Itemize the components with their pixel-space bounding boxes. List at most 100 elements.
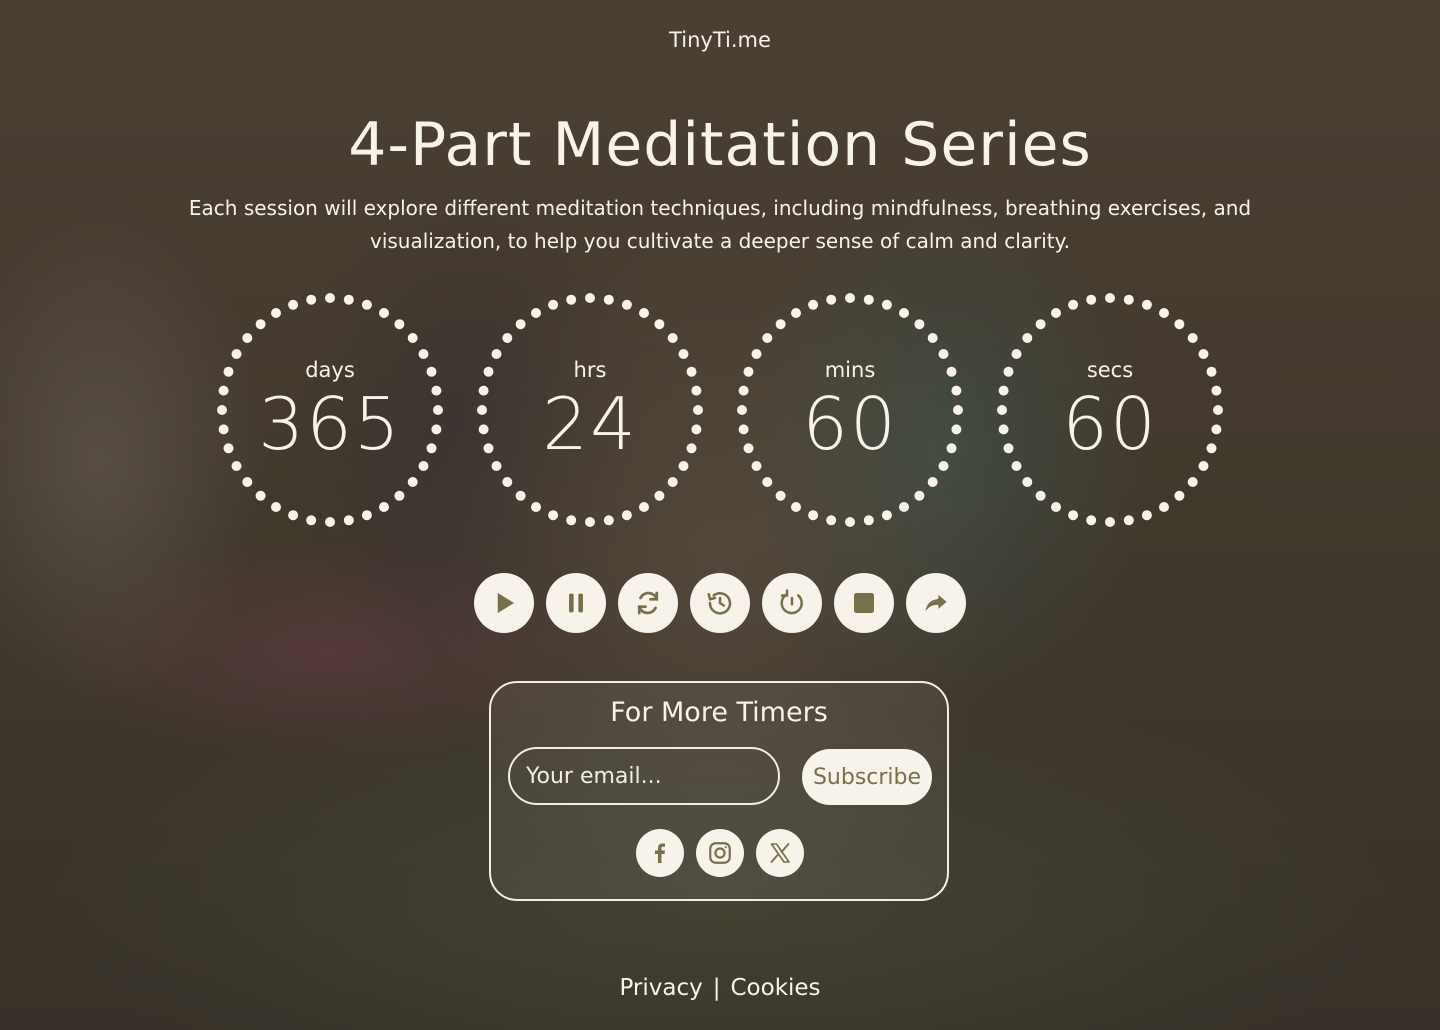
- ring-dot: [271, 308, 281, 318]
- ring-dot: [762, 477, 773, 487]
- ring-dot: [1035, 490, 1046, 501]
- brand-logo[interactable]: TinyTi.me: [0, 28, 1440, 52]
- ring-dot: [394, 319, 405, 330]
- ring-dot: [361, 299, 372, 310]
- play-button[interactable]: [474, 573, 534, 633]
- ring-dot: [621, 299, 632, 310]
- ring-dot: [603, 515, 614, 526]
- ring-dot: [899, 308, 909, 318]
- ring-dot: [566, 515, 577, 526]
- ring-dot: [762, 333, 773, 343]
- pause-button[interactable]: [546, 573, 606, 633]
- social-links: [636, 829, 804, 877]
- countdown-days: days 365: [210, 290, 450, 530]
- ring-dot: [271, 502, 281, 512]
- timer-reset-button[interactable]: [762, 573, 822, 633]
- ring-dot: [791, 502, 801, 512]
- ring-dot: [531, 502, 541, 512]
- stop-button[interactable]: [834, 573, 894, 633]
- countdown-seconds: secs 60: [990, 290, 1230, 530]
- footer-separator: |: [712, 975, 721, 1001]
- event-description: Each session will explore different medi…: [188, 196, 1252, 253]
- ring-dot: [1105, 293, 1115, 303]
- ring-dot: [407, 333, 418, 343]
- ring-dot: [845, 517, 855, 527]
- ring-dot: [791, 308, 801, 318]
- ring-dot: [881, 510, 892, 521]
- ring-dot: [1159, 308, 1169, 318]
- ring-dot: [914, 319, 925, 330]
- ring-dot: [863, 294, 874, 305]
- subscribe-button[interactable]: Subscribe: [802, 749, 932, 805]
- ring-dot: [502, 333, 513, 343]
- ring-dot: [775, 490, 786, 501]
- refresh-button[interactable]: [618, 573, 678, 633]
- facebook-button[interactable]: [636, 829, 684, 877]
- ring-dot: [255, 490, 266, 501]
- timer-controls: [474, 573, 966, 633]
- countdown-label: days: [305, 358, 355, 382]
- ring-dot: [1051, 308, 1061, 318]
- ring-dot: [1159, 502, 1169, 512]
- ring-dot: [1086, 294, 1097, 305]
- ring-dot: [325, 517, 335, 527]
- ring-dot: [242, 333, 253, 343]
- share-button[interactable]: [906, 573, 966, 633]
- countdown-hours: hrs 24: [470, 290, 710, 530]
- ring-dot: [899, 502, 909, 512]
- ring-dot: [515, 490, 526, 501]
- countdown-value: 365: [258, 382, 402, 466]
- x-button[interactable]: [756, 829, 804, 877]
- ring-dot: [306, 294, 317, 305]
- history-icon: [707, 592, 732, 615]
- ring-dot: [379, 502, 389, 512]
- timer-reset-icon: [780, 589, 803, 615]
- ring-dot: [379, 308, 389, 318]
- email-input[interactable]: [508, 747, 780, 805]
- ring-dot: [1022, 333, 1033, 343]
- ring-dot: [1123, 294, 1134, 305]
- ring-dot: [1141, 510, 1152, 521]
- instagram-button[interactable]: [696, 829, 744, 877]
- ring-dot: [1035, 319, 1046, 330]
- ring-dot: [1022, 477, 1033, 487]
- ring-dot: [1068, 510, 1079, 521]
- ring-dot: [808, 299, 819, 310]
- ring-dot: [826, 294, 837, 305]
- footer: Privacy | Cookies: [0, 975, 1440, 1001]
- ring-dot: [288, 510, 299, 521]
- ring-dot: [394, 490, 405, 501]
- privacy-link[interactable]: Privacy: [619, 975, 702, 1001]
- countdown-label: secs: [1086, 358, 1134, 382]
- instagram-icon: [709, 842, 731, 864]
- stop-icon: [854, 593, 874, 613]
- ring-dot: [808, 510, 819, 521]
- ring-dot: [1105, 517, 1115, 527]
- facebook-icon: [655, 843, 665, 863]
- subscribe-panel: For More Timers Subscribe: [489, 681, 949, 901]
- ring-dot: [775, 319, 786, 330]
- ring-dot: [1123, 515, 1134, 526]
- ring-dot: [927, 477, 938, 487]
- ring-dot: [343, 515, 354, 526]
- ring-dot: [1174, 490, 1185, 501]
- countdown-minutes: mins 60: [730, 290, 970, 530]
- ring-dot: [585, 517, 595, 527]
- ring-dot: [639, 308, 649, 318]
- ring-dot: [288, 299, 299, 310]
- ring-dot: [654, 319, 665, 330]
- history-button[interactable]: [690, 573, 750, 633]
- ring-dot: [255, 319, 266, 330]
- subscribe-title: For More Timers: [610, 697, 828, 728]
- ring-dot: [1187, 333, 1198, 343]
- ring-dot: [1068, 299, 1079, 310]
- countdown-label: mins: [824, 358, 876, 382]
- play-icon: [497, 593, 514, 613]
- ring-dot: [242, 477, 253, 487]
- cookies-link[interactable]: Cookies: [730, 975, 820, 1001]
- countdown-label: hrs: [573, 358, 607, 382]
- ring-dot: [548, 510, 559, 521]
- ring-dot: [1187, 477, 1198, 487]
- ring-dot: [515, 319, 526, 330]
- ring-dot: [826, 515, 837, 526]
